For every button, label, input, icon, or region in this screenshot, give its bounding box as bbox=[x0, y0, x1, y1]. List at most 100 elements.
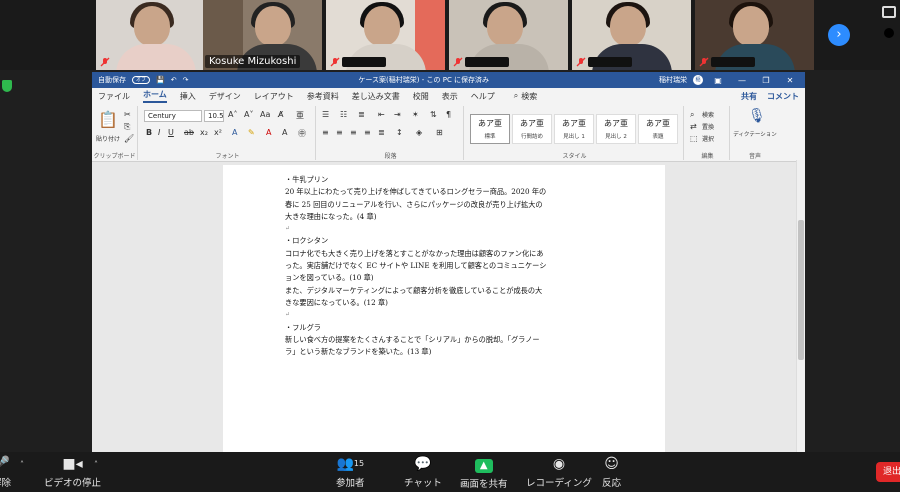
multilevel-icon[interactable]: ≣ bbox=[358, 110, 365, 119]
stop-video-button[interactable]: ■◂ ビデオの停止 bbox=[44, 456, 101, 489]
align-left-icon[interactable]: ≡ bbox=[322, 128, 329, 137]
font-color-icon[interactable]: A bbox=[266, 128, 271, 137]
unmute-button[interactable]: 🎤 解除 bbox=[0, 456, 11, 489]
find-button[interactable]: 検索 bbox=[702, 110, 714, 119]
shading-icon[interactable]: ◈ bbox=[416, 128, 422, 137]
undo-icon[interactable]: ↶ bbox=[171, 76, 177, 84]
comment-button[interactable]: コメント bbox=[767, 91, 799, 102]
paste-icon[interactable]: 📋 bbox=[98, 110, 118, 129]
audio-options-chevron-icon[interactable]: ˄ bbox=[20, 460, 24, 469]
select-icon[interactable]: ⬚ bbox=[690, 134, 698, 143]
restore-button[interactable]: ❐ bbox=[757, 76, 775, 85]
char-shading-icon[interactable]: A bbox=[282, 128, 287, 137]
decrease-indent-icon[interactable]: ⇤ bbox=[378, 110, 385, 119]
ruby-icon[interactable]: 亜 bbox=[296, 110, 304, 121]
align-center-icon[interactable]: ≡ bbox=[336, 128, 343, 137]
next-page-button[interactable]: › bbox=[828, 24, 850, 46]
vertical-scrollbar[interactable] bbox=[796, 160, 805, 452]
grow-font-icon[interactable]: A˄ bbox=[228, 110, 237, 119]
tab-references[interactable]: 参考資料 bbox=[307, 91, 339, 102]
cut-icon[interactable]: ✂ bbox=[124, 110, 131, 119]
paragraph-label: 段落 bbox=[384, 153, 397, 160]
bold-button[interactable]: B bbox=[146, 128, 152, 137]
tab-file[interactable]: ファイル bbox=[98, 91, 130, 102]
superscript-button[interactable]: x² bbox=[214, 128, 222, 137]
increase-indent-icon[interactable]: ⇥ bbox=[394, 110, 401, 119]
format-painter-icon[interactable]: 🖌 bbox=[124, 134, 134, 143]
search-icon[interactable]: ⌕ bbox=[514, 91, 518, 101]
document-page[interactable]: ・牛乳プリン 20 年以上にわたって売り上げを伸ばしてきているロングセラー商品。… bbox=[223, 165, 665, 452]
share-screen-button[interactable]: ▲ 画面を共有 bbox=[460, 456, 508, 490]
highlight-icon[interactable]: ✎ bbox=[248, 128, 255, 137]
tab-insert[interactable]: 挿入 bbox=[180, 91, 196, 102]
asian-layout-icon[interactable]: ✶ bbox=[412, 110, 419, 119]
subscript-button[interactable]: x₂ bbox=[200, 128, 208, 137]
shrink-font-icon[interactable]: A˅ bbox=[244, 110, 253, 119]
replace-icon[interactable]: ⇄ bbox=[690, 122, 697, 131]
scroll-thumb[interactable] bbox=[798, 220, 804, 360]
minimize-button[interactable]: — bbox=[733, 76, 751, 85]
close-button[interactable]: ✕ bbox=[781, 76, 799, 85]
dictate-button[interactable]: ディクテーション bbox=[732, 130, 778, 138]
video-tile-3[interactable] bbox=[326, 0, 445, 70]
line-spacing-icon[interactable]: ↕ bbox=[396, 128, 403, 137]
video-tile-2[interactable]: Kosuke Mizukoshi bbox=[203, 0, 322, 70]
search-label[interactable]: 検索 bbox=[521, 91, 537, 102]
save-icon[interactable]: 💾 bbox=[156, 76, 165, 84]
share-button[interactable]: 共有 bbox=[741, 91, 757, 102]
tab-review[interactable]: 校閲 bbox=[413, 91, 429, 102]
chat-button[interactable]: 💬 チャット bbox=[404, 456, 442, 489]
clear-format-icon[interactable]: A̸ bbox=[278, 110, 283, 119]
tab-help[interactable]: ヘルプ bbox=[471, 91, 495, 102]
style-normal[interactable]: あア亜 標準 bbox=[470, 114, 510, 144]
video-tile-5[interactable] bbox=[572, 0, 691, 70]
tab-design[interactable]: デザイン bbox=[209, 91, 241, 102]
leave-button[interactable]: 退出 bbox=[876, 462, 900, 482]
tab-mailings[interactable]: 差し込み文書 bbox=[352, 91, 400, 102]
ribbon-display-icon[interactable]: ▣ bbox=[709, 76, 727, 85]
sort-icon[interactable]: ⇅ bbox=[430, 110, 437, 119]
numbering-icon[interactable]: ☷ bbox=[340, 110, 347, 119]
copy-icon[interactable]: ⎘ bbox=[124, 122, 130, 132]
video-options-chevron-icon[interactable]: ˄ bbox=[94, 460, 98, 469]
show-marks-icon[interactable]: ¶ bbox=[446, 110, 451, 119]
justify-icon[interactable]: ≡ bbox=[364, 128, 371, 137]
replace-button[interactable]: 置換 bbox=[702, 122, 714, 131]
participants-button[interactable]: 👥15 参加者 bbox=[336, 456, 365, 489]
style-heading-1[interactable]: あア亜 見出し 1 bbox=[554, 114, 594, 144]
distributed-icon[interactable]: ≣ bbox=[378, 128, 385, 137]
view-toggle-icon[interactable] bbox=[882, 6, 896, 18]
style-heading-2[interactable]: あア亜 見出し 2 bbox=[596, 114, 636, 144]
user-avatar[interactable]: 稲 bbox=[693, 75, 703, 85]
font-size-select[interactable]: 10.5 bbox=[204, 110, 224, 122]
tab-layout[interactable]: レイアウト bbox=[254, 91, 294, 102]
select-button[interactable]: 選択 bbox=[702, 134, 714, 143]
recording-button[interactable]: ◉ レコーディング bbox=[526, 456, 592, 489]
underline-button[interactable]: U bbox=[168, 128, 174, 137]
user-name[interactable]: 稲村瑞栄 bbox=[659, 75, 687, 85]
reactions-button[interactable]: ☺ 反応 bbox=[602, 456, 621, 489]
bullets-icon[interactable]: ☰ bbox=[322, 110, 329, 119]
video-tile-1[interactable] bbox=[96, 0, 215, 70]
enclose-char-icon[interactable]: ㊥ bbox=[298, 128, 306, 139]
change-case-icon[interactable]: Aa bbox=[260, 110, 270, 119]
find-icon[interactable]: ⌕ bbox=[690, 110, 694, 120]
microphone-icon[interactable]: 🎙 bbox=[748, 108, 766, 124]
borders-icon[interactable]: ⊞ bbox=[436, 128, 443, 137]
autosave-toggle[interactable]: オフ bbox=[132, 76, 150, 84]
paste-button[interactable]: 貼り付け bbox=[96, 134, 120, 143]
text-effects-icon[interactable]: A bbox=[232, 128, 237, 137]
security-shield-icon[interactable] bbox=[2, 80, 12, 92]
strikethrough-button[interactable]: ab bbox=[184, 128, 194, 137]
tab-home[interactable]: ホーム bbox=[143, 89, 167, 103]
italic-button[interactable]: I bbox=[158, 128, 160, 137]
redo-icon[interactable]: ↷ bbox=[183, 76, 189, 84]
tab-view[interactable]: 表示 bbox=[442, 91, 458, 102]
font-name-select[interactable]: Century bbox=[144, 110, 202, 122]
align-right-icon[interactable]: ≡ bbox=[350, 128, 357, 137]
video-tile-6-active-speaker[interactable] bbox=[695, 0, 814, 70]
video-tile-4[interactable] bbox=[449, 0, 568, 70]
document-text[interactable]: ・牛乳プリン 20 年以上にわたって売り上げを伸ばしてきているロングセラー商品。… bbox=[285, 174, 573, 358]
style-title[interactable]: あア亜 表題 bbox=[638, 114, 678, 144]
style-no-spacing[interactable]: あア亜 行間詰め bbox=[512, 114, 552, 144]
